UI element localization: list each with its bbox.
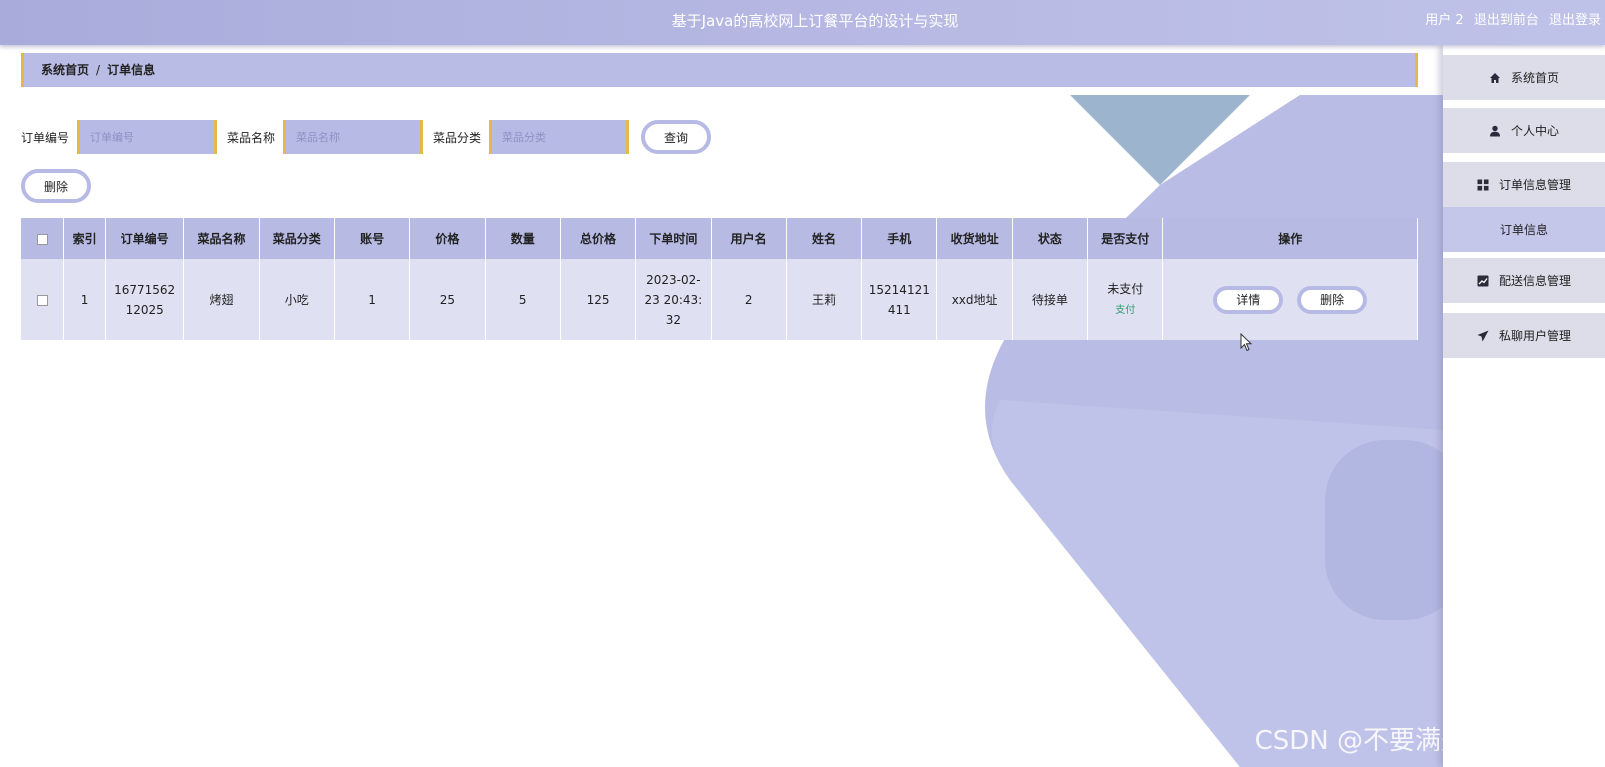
background-decoration	[985, 95, 1465, 767]
breadcrumb-home[interactable]: 系统首页	[41, 63, 89, 77]
dish-name-input[interactable]	[283, 120, 424, 154]
column-header: 用户名	[711, 218, 787, 259]
order-time-line: 2023-02-	[646, 272, 701, 287]
breadcrumb-separator: /	[96, 63, 101, 77]
column-header: 操作	[1162, 218, 1418, 259]
cell-name: 王莉	[786, 259, 863, 340]
column-header: 账号	[334, 218, 411, 259]
sidebar-item-label: 个人中心	[1510, 124, 1559, 138]
column-header: 姓名	[786, 218, 863, 259]
column-header: 价格	[409, 218, 486, 259]
sidebar-item-delivery-management[interactable]: 配送信息管理	[1443, 258, 1605, 303]
sidebar-item-chat-management[interactable]: 私聊用户管理	[1443, 313, 1605, 358]
order-no-line: 16771562	[114, 282, 176, 297]
select-all-header[interactable]	[21, 218, 65, 259]
phone-line: 15214121	[868, 282, 930, 297]
order-no-line: 12025	[125, 302, 164, 317]
back-to-front-link[interactable]: 退出到前台	[1474, 13, 1539, 28]
cell-operations: 详情 删除	[1162, 259, 1418, 340]
sidebar-item-label: 配送信息管理	[1498, 274, 1571, 288]
table-row: 1 16771562 12025 烤翅 小吃 1 25 5 125 2023-0…	[21, 259, 1418, 340]
order-no-input[interactable]	[77, 120, 218, 154]
cell-address: xxd地址	[936, 259, 1013, 340]
order-time-line: 23 20:43:	[644, 292, 703, 307]
order-time-line: 32	[665, 312, 682, 327]
column-header: 状态	[1012, 218, 1089, 259]
sidebar-menu: 系统首页 个人中心 订单信息管理 订单信息 配送信息管理 私聊用户管理	[1443, 45, 1605, 767]
cell-order-time: 2023-02- 23 20:43: 32	[635, 259, 712, 340]
cell-status: 待接单	[1012, 259, 1089, 340]
dish-category-label: 菜品分类	[433, 130, 482, 145]
table-header-row: 索引 订单编号 菜品名称 菜品分类 账号 价格 数量 总价格 下单时间 用户名 …	[21, 218, 1418, 259]
sidebar-item-profile[interactable]: 个人中心	[1443, 108, 1605, 153]
cell-quantity: 5	[485, 259, 561, 340]
column-header: 下单时间	[635, 218, 712, 259]
breadcrumb: 系统首页 / 订单信息	[21, 53, 1418, 87]
cell-order-no: 16771562 12025	[105, 259, 185, 340]
row-select-cell[interactable]	[21, 259, 65, 340]
paid-status-text: 未支付	[1107, 281, 1144, 296]
batch-delete-button[interactable]: 删除	[21, 169, 91, 203]
cell-username: 2	[711, 259, 787, 340]
dish-category-input[interactable]	[489, 120, 630, 154]
home-icon	[1489, 72, 1501, 84]
column-header: 订单编号	[105, 218, 185, 259]
send-icon	[1477, 330, 1489, 342]
column-header: 数量	[485, 218, 561, 259]
mouse-cursor-icon	[1240, 333, 1253, 352]
watermark-text: CSDN @不要满是遗憾的离开	[1254, 726, 1597, 756]
cell-index: 1	[63, 259, 106, 340]
row-delete-button[interactable]: 删除	[1297, 285, 1368, 314]
phone-line: 411	[887, 302, 911, 317]
row-checkbox[interactable]	[36, 294, 48, 306]
cell-account: 1	[334, 259, 411, 340]
search-form: 订单编号 菜品名称 菜品分类 查询	[21, 120, 712, 154]
column-header: 是否支付	[1087, 218, 1164, 259]
pay-link[interactable]: 支付	[1088, 301, 1162, 321]
cell-phone: 15214121 411	[861, 259, 938, 340]
current-user-label: 用户 2	[1425, 13, 1464, 28]
breadcrumb-current: 订单信息	[107, 63, 156, 77]
dish-name-label: 菜品名称	[227, 130, 276, 145]
sidebar-item-home[interactable]: 系统首页	[1443, 55, 1605, 100]
system-title: 基于Java的高校网上订餐平台的设计与实现	[671, 12, 959, 30]
cell-total-price: 125	[560, 259, 637, 340]
cell-dish-name: 烤翅	[183, 259, 260, 340]
top-header: 基于Java的高校网上订餐平台的设计与实现 用户 2 退出到前台 退出登录	[0, 0, 1605, 45]
column-header: 总价格	[560, 218, 637, 259]
orders-table: 索引 订单编号 菜品名称 菜品分类 账号 价格 数量 总价格 下单时间 用户名 …	[21, 218, 1418, 340]
order-no-label: 订单编号	[21, 130, 70, 145]
sidebar-item-label: 订单信息管理	[1498, 178, 1571, 192]
sidebar-item-label: 订单信息	[1499, 223, 1548, 237]
column-header: 手机	[861, 218, 938, 259]
column-header: 菜品名称	[183, 218, 260, 259]
sidebar-item-order-management[interactable]: 订单信息管理	[1443, 162, 1605, 207]
cell-dish-category: 小吃	[259, 259, 335, 340]
column-header: 收货地址	[936, 218, 1013, 259]
grid-icon	[1477, 179, 1489, 191]
column-header: 菜品分类	[259, 218, 335, 259]
logout-link[interactable]: 退出登录	[1549, 13, 1601, 28]
user-icon	[1489, 125, 1501, 137]
select-all-checkbox[interactable]	[36, 233, 48, 245]
column-header: 索引	[63, 218, 106, 259]
header-user-actions: 用户 2 退出到前台 退出登录	[1419, 0, 1601, 43]
sidebar-subitem-order-info[interactable]: 订单信息	[1443, 207, 1605, 252]
cell-paid: 未支付 支付	[1087, 259, 1164, 340]
query-button[interactable]: 查询	[641, 120, 712, 154]
cell-price: 25	[409, 259, 486, 340]
sidebar-item-label: 系统首页	[1510, 71, 1559, 85]
sidebar-item-label: 私聊用户管理	[1498, 329, 1571, 343]
detail-button[interactable]: 详情	[1213, 285, 1284, 314]
chart-icon	[1477, 275, 1489, 287]
